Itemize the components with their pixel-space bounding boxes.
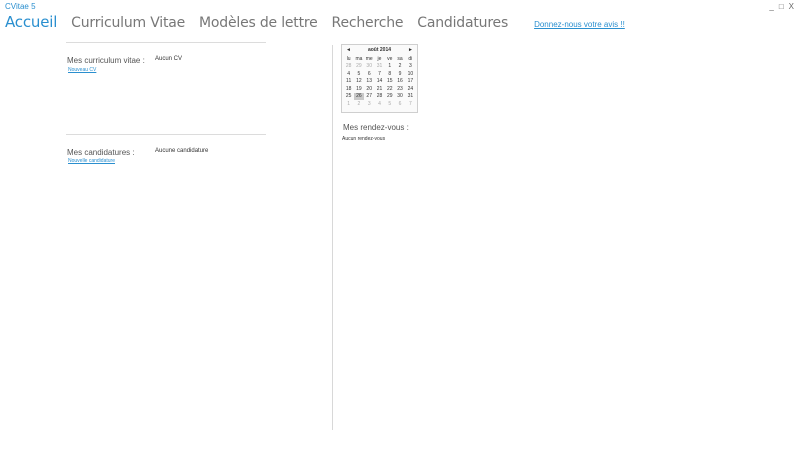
calendar-weekday: lu — [346, 55, 351, 62]
main-nav: Accueil Curriculum Vitae Modèles de lett… — [5, 13, 625, 31]
calendar-day[interactable]: 18 — [344, 85, 354, 93]
calendar-day[interactable]: 3 — [405, 63, 415, 71]
calendar-day[interactable]: 20 — [364, 85, 374, 93]
calendar-day[interactable]: 19 — [354, 85, 364, 93]
cv-section-label: Mes curriculum vitae : — [67, 56, 145, 65]
calendar-days: 28 29 30 31 1 2 3 4 5 6 7 8 9 10 11 12 13 14 15 16 17 18 19 20 2… — [344, 63, 416, 108]
calendar-weekday: sa — [397, 55, 403, 62]
calendar-day[interactable]: 8 — [385, 70, 395, 78]
calendar-day[interactable]: 2 — [395, 63, 405, 71]
calendar-day[interactable]: 7 — [374, 70, 384, 78]
cv-section-value: Aucun CV — [155, 56, 183, 62]
calendar-day[interactable]: 7 — [405, 100, 415, 108]
calendar-header: ◄ août 2014 ► — [342, 45, 417, 55]
calendar-weekday: je — [377, 55, 382, 62]
calendar-day[interactable]: 1 — [385, 63, 395, 71]
calendar-day[interactable]: 17 — [405, 78, 415, 86]
calendar-day[interactable]: 16 — [395, 78, 405, 86]
calendar-day[interactable]: 24 — [405, 85, 415, 93]
calendar-day[interactable]: 15 — [385, 78, 395, 86]
tab-curriculum-vitae[interactable]: Curriculum Vitae — [71, 15, 185, 31]
minimize-button[interactable]: _ — [769, 2, 773, 11]
calendar-week: 25 26 27 28 29 30 31 — [344, 92, 416, 101]
calendar-day[interactable]: 29 — [385, 93, 395, 101]
calendar: ◄ août 2014 ► lu ma me je ve sa di 28 29 30 31 1 2 3… — [341, 44, 418, 113]
calendar-day[interactable]: 4 — [374, 100, 384, 108]
calendar-day[interactable]: 1 — [344, 100, 354, 108]
next-month-icon[interactable]: ► — [408, 47, 413, 53]
calendar-day[interactable]: 26 — [353, 92, 365, 100]
column-divider — [332, 45, 333, 430]
tab-recherche[interactable]: Recherche — [332, 15, 404, 31]
calendar-week: 4 5 6 7 8 9 10 — [344, 70, 416, 78]
tab-accueil[interactable]: Accueil — [5, 13, 57, 31]
calendar-week: 1234567 — [344, 100, 416, 108]
calendar-week: 11 12 13 14 15 16 17 — [344, 78, 416, 86]
calendar-day[interactable]: 5 — [385, 100, 395, 108]
calendar-day[interactable]: 11 — [344, 78, 354, 86]
calendar-day[interactable]: 13 — [364, 78, 374, 86]
calendar-week: 18 19 20 21 22 23 24 — [344, 85, 416, 93]
window-controls: _ □ X — [769, 2, 794, 11]
calendar-day[interactable]: 30 — [364, 63, 374, 71]
calendar-weekdays: lu ma me je ve sa di — [344, 55, 416, 63]
calendar-day[interactable]: 28 — [374, 93, 384, 101]
new-cv-link[interactable]: Nouveau CV — [68, 67, 96, 73]
calendar-weekday: ve — [387, 55, 393, 62]
tab-modeles-de-lettre[interactable]: Modèles de lettre — [199, 15, 318, 31]
calendar-day[interactable]: 31 — [405, 93, 415, 101]
calendar-weekday: ma — [355, 55, 363, 62]
appointments-empty-text: Aucun rendez-vous — [342, 136, 386, 142]
calendar-grid: lu ma me je ve sa di 28 29 30 31 1 2 3 4 5 6 7 8 9 10 11 12 13… — [344, 55, 416, 108]
cv-section-divider — [66, 42, 266, 43]
window-title: CVitae 5 — [5, 2, 36, 11]
applications-section-label: Mes candidatures : — [67, 148, 135, 157]
calendar-day[interactable]: 2 — [354, 100, 364, 108]
prev-month-icon[interactable]: ◄ — [346, 47, 351, 53]
calendar-day[interactable]: 4 — [344, 70, 354, 78]
calendar-weekday: di — [408, 55, 413, 62]
calendar-day[interactable]: 25 — [344, 93, 354, 101]
calendar-day[interactable]: 28 — [344, 63, 354, 71]
calendar-day[interactable]: 9 — [395, 70, 405, 78]
calendar-day[interactable]: 6 — [364, 70, 374, 78]
appointments-title: Mes rendez-vous : — [343, 123, 409, 132]
calendar-day[interactable]: 23 — [395, 85, 405, 93]
calendar-day[interactable]: 29 — [354, 63, 364, 71]
applications-section-divider — [66, 134, 266, 135]
calendar-day[interactable]: 14 — [374, 78, 384, 86]
calendar-day[interactable]: 27 — [364, 93, 374, 101]
calendar-day[interactable]: 10 — [405, 70, 415, 78]
calendar-day[interactable]: 22 — [385, 85, 395, 93]
calendar-month-label[interactable]: août 2014 — [368, 47, 391, 53]
calendar-day[interactable]: 3 — [364, 100, 374, 108]
calendar-day[interactable]: 12 — [354, 78, 364, 86]
calendar-weekday: me — [365, 55, 373, 62]
calendar-week: 28 29 30 31 1 2 3 — [344, 63, 416, 71]
close-button[interactable]: X — [789, 2, 794, 11]
tab-candidatures[interactable]: Candidatures — [417, 15, 508, 31]
feedback-link[interactable]: Donnez-nous votre avis !! — [534, 20, 625, 29]
restore-button[interactable]: □ — [779, 2, 784, 11]
calendar-day[interactable]: 21 — [374, 85, 384, 93]
calendar-day[interactable]: 31 — [374, 63, 384, 71]
calendar-day[interactable]: 30 — [395, 93, 405, 101]
calendar-day[interactable]: 6 — [395, 100, 405, 108]
applications-section-value: Aucune candidature — [155, 148, 209, 154]
new-application-link[interactable]: Nouvelle candidature — [68, 158, 115, 164]
calendar-day[interactable]: 5 — [354, 70, 364, 78]
